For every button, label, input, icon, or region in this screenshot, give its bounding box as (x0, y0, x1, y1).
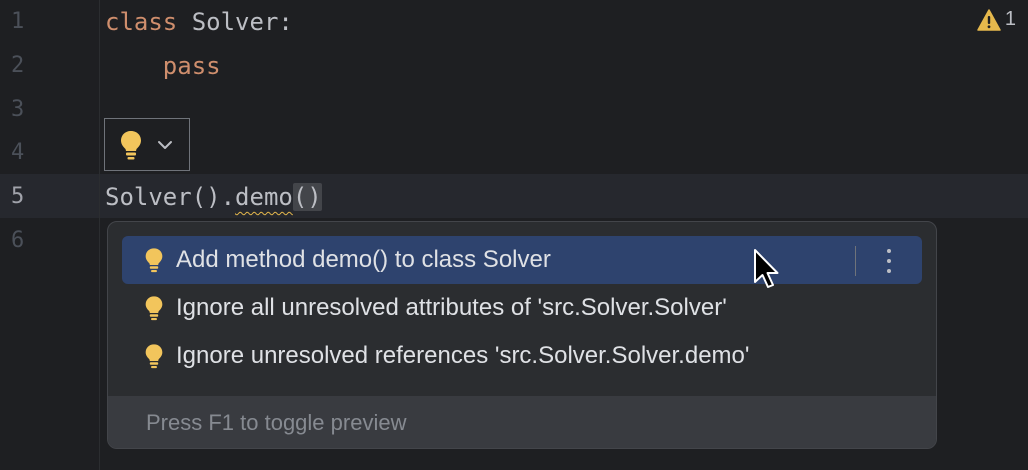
footer-hint: Press F1 to toggle preview (146, 410, 407, 435)
popup-item-label: Ignore all unresolved attributes of 'src… (176, 294, 727, 321)
unresolved-reference[interactable]: demo (235, 183, 293, 211)
keyword-pass: pass (162, 52, 221, 80)
code-line-5[interactable]: Solver().demo() (105, 175, 322, 219)
code-line-2[interactable]: pass (105, 44, 221, 88)
popup-item-ignore-attributes[interactable]: Ignore all unresolved attributes of 'src… (122, 284, 922, 332)
vertical-ellipsis-icon[interactable] (884, 246, 894, 276)
keyword-class: class (105, 8, 178, 36)
line-number: 1 (11, 9, 25, 34)
line-number-active: 5 (11, 184, 25, 209)
intention-actions-popup: Add method demo() to class Solver Ignore… (107, 221, 937, 449)
popup-footer: Press F1 to toggle preview (108, 396, 936, 448)
line-number-gutter[interactable]: 1 2 3 4 5 6 (0, 0, 100, 470)
popup-item-label: Add method demo() to class Solver (176, 246, 551, 273)
line-number: 6 (11, 228, 25, 253)
popup-item-label: Ignore unresolved references 'src.Solver… (176, 342, 750, 369)
line-number: 4 (11, 140, 25, 165)
chevron-down-icon (158, 140, 172, 149)
warning-indicator[interactable]: 1 (977, 8, 1016, 31)
line-number: 3 (11, 97, 25, 122)
code-line-1[interactable]: class Solver: (105, 0, 293, 44)
lightbulb-icon (145, 344, 163, 369)
popup-item-add-method[interactable]: Add method demo() to class Solver (122, 236, 922, 284)
mouse-cursor-icon (754, 249, 779, 288)
line-number: 2 (11, 53, 25, 78)
lightbulb-icon (121, 130, 141, 159)
call-prefix: Solver(). (105, 183, 236, 211)
intention-actions-button[interactable] (104, 118, 190, 171)
separator (855, 246, 856, 276)
warning-count: 1 (1004, 8, 1016, 30)
lightbulb-icon (145, 248, 163, 273)
code-editor[interactable]: 1 2 3 4 5 6 class Solver: pass Solver().… (0, 0, 1028, 470)
popup-item-ignore-references[interactable]: Ignore unresolved references 'src.Solver… (122, 332, 922, 380)
parentheses: () (292, 183, 322, 211)
class-declaration: Solver: (177, 8, 293, 36)
lightbulb-icon (145, 296, 163, 321)
warning-triangle-icon (977, 8, 1001, 31)
